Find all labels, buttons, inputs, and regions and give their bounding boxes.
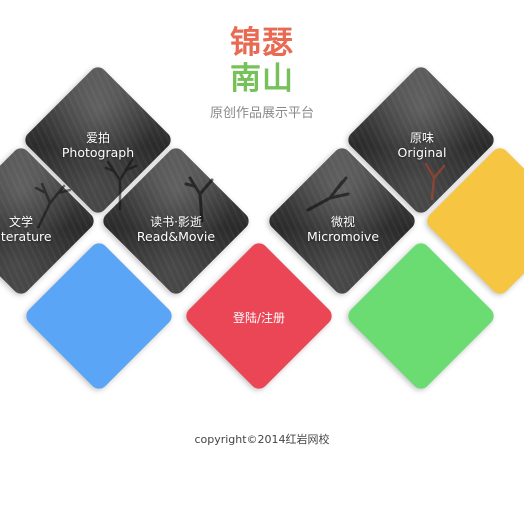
tagline: 原创作品展示平台: [209, 106, 314, 121]
logo-line2: 南山: [230, 61, 294, 97]
footer-copyright: copyright©2014红岩网校: [194, 433, 330, 446]
logo-line1: 锦瑟: [230, 25, 294, 61]
